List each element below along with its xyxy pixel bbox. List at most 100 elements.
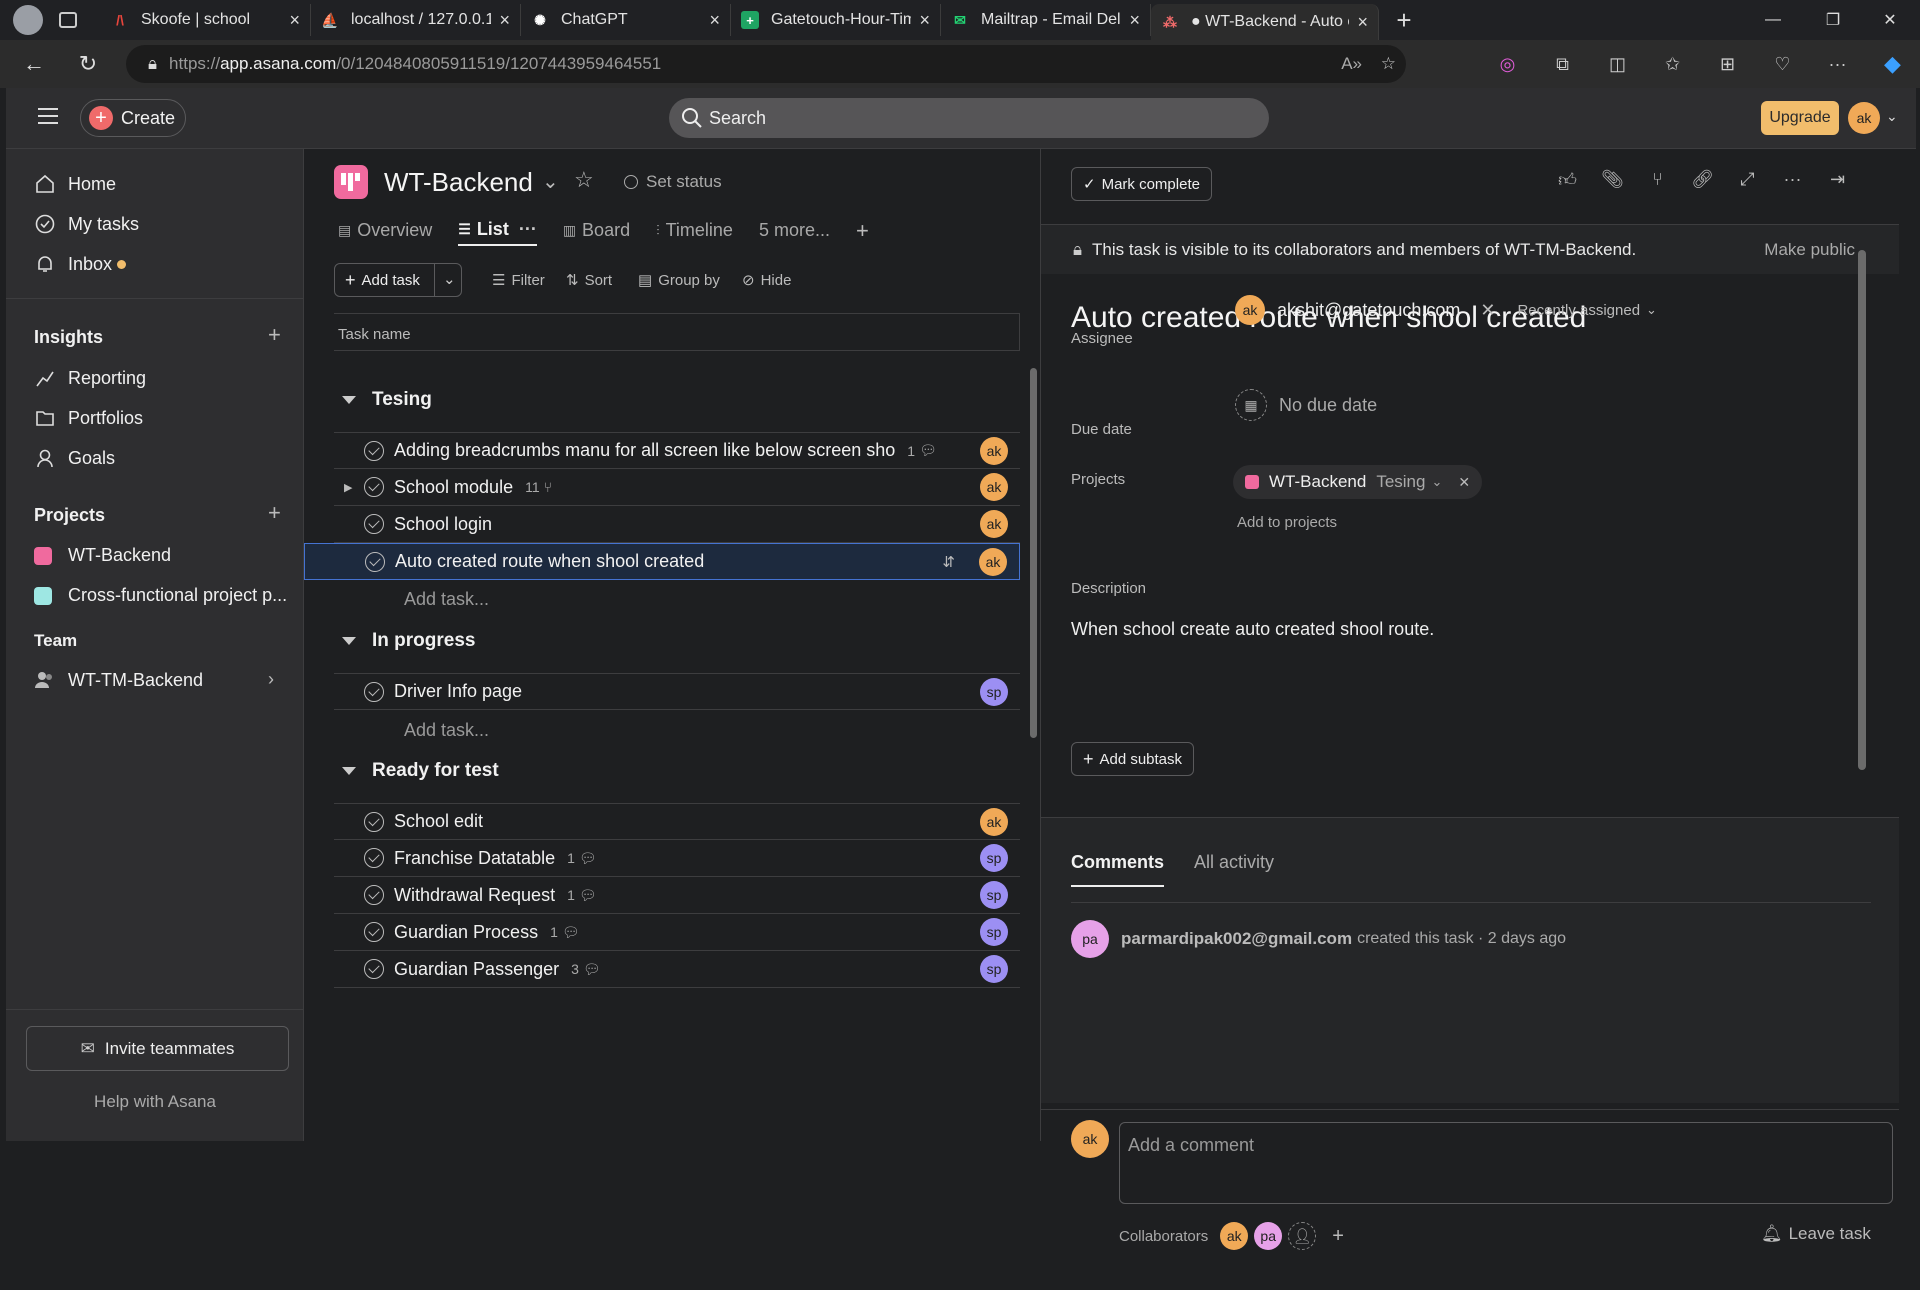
complete-check-icon[interactable] (364, 959, 384, 979)
table-row-selected[interactable]: Auto created route when shool created ⇵ … (304, 543, 1020, 580)
expand-icon[interactable]: ⤢ (1725, 169, 1770, 191)
activity-avatar[interactable]: pa (1071, 920, 1109, 958)
invite-teammates-button[interactable]: ✉ Invite teammates (26, 1026, 289, 1071)
assignee-avatar[interactable]: sp (980, 881, 1008, 909)
complete-check-icon[interactable] (365, 551, 385, 572)
activity-user[interactable]: parmardipak002@gmail.com (1121, 929, 1352, 949)
add-task-inline[interactable]: Add task... (404, 720, 489, 741)
make-public-button[interactable]: Make public (1764, 240, 1855, 260)
team-header[interactable]: Team (34, 631, 77, 651)
table-row[interactable]: Withdrawal Request 1 💬︎ sp (334, 877, 1020, 914)
collaborator-avatar[interactable]: ak (1220, 1222, 1249, 1250)
reload-icon[interactable]: ↻ (70, 46, 106, 82)
more-icon[interactable]: ··· (1810, 54, 1865, 75)
section-header[interactable]: Tesing (334, 389, 432, 411)
sidebar-item-team[interactable]: WT-TM-Backend (34, 669, 203, 691)
plus-icon[interactable]: + (1332, 1225, 1344, 1248)
table-row[interactable]: Guardian Process 1 💬︎ sp (334, 914, 1020, 951)
project-chip[interactable]: WT-Backend Tesing ⌄ ✕ (1233, 465, 1483, 499)
collapse-icon[interactable] (342, 637, 356, 645)
mark-complete-button[interactable]: ✓ Mark complete (1071, 167, 1212, 201)
collections-icon[interactable]: ⊞ (1700, 54, 1755, 75)
chevron-down-icon[interactable]: ⌄ (1886, 108, 1898, 125)
tab-list[interactable]: ☰ List ··· (458, 219, 537, 246)
section-header[interactable]: Ready for test (334, 760, 499, 782)
due-date-field[interactable]: ▦ No due date (1235, 389, 1377, 421)
assignee-avatar[interactable]: ak (980, 473, 1008, 501)
complete-check-icon[interactable] (364, 681, 384, 702)
assignee-avatar[interactable]: sp (980, 677, 1008, 706)
sidebar-item-portfolios[interactable]: Portfolios (34, 407, 143, 429)
collapse-icon[interactable] (342, 767, 356, 775)
filter-button[interactable]: ☰ Filter (492, 263, 545, 297)
more-icon[interactable]: ··· (1770, 169, 1815, 191)
close-icon[interactable]: × (499, 10, 510, 31)
add-task-button[interactable]: + Add task ⌄ (334, 263, 462, 297)
close-icon[interactable]: × (1129, 10, 1140, 31)
remove-assignee-icon[interactable]: ✕ (1480, 300, 1495, 321)
sidebar-item-reporting[interactable]: Reporting (34, 367, 146, 389)
table-row[interactable]: School edit ak (334, 803, 1020, 840)
section-header[interactable]: In progress (334, 630, 475, 652)
attachment-icon[interactable]: 📎︎ (1590, 169, 1635, 191)
back-icon[interactable]: ← (16, 46, 52, 82)
column-header-task-name[interactable]: Task name (334, 313, 1020, 351)
create-button[interactable]: + Create (80, 99, 186, 137)
browser-tab[interactable]: ✉ Mailtrap - Email Delivery P × (941, 4, 1151, 36)
tab-more[interactable]: 5 more... (759, 215, 830, 246)
complete-check-icon[interactable] (364, 811, 384, 832)
complete-check-icon[interactable] (364, 440, 384, 461)
favorite-star-icon[interactable]: ☆ (1381, 54, 1396, 74)
chevron-down-icon[interactable]: ⌄ (443, 270, 456, 288)
detail-scrollbar[interactable] (1858, 250, 1866, 770)
add-tab-icon[interactable]: + (856, 215, 869, 246)
expand-caret-icon[interactable]: ▶ (344, 481, 352, 494)
complete-check-icon[interactable] (364, 922, 384, 942)
insights-header[interactable]: Insights (34, 327, 103, 348)
browser-tab-active[interactable]: ⁂ ● WT-Backend - Auto crea × (1151, 4, 1379, 40)
project-title[interactable]: WT-Backend (384, 167, 533, 198)
more-icon[interactable]: ··· (519, 219, 537, 240)
link-icon[interactable]: 🔗︎ (1680, 169, 1725, 191)
restore-icon[interactable]: ❐ (1803, 0, 1863, 40)
browser-tab[interactable]: ⛵ localhost / 127.0.0.1 / wayt × (311, 4, 521, 36)
copilot-icon[interactable]: ◎ (1480, 54, 1535, 75)
complete-check-icon[interactable] (364, 477, 384, 497)
assignee-avatar[interactable]: sp (980, 844, 1008, 872)
add-collaborator-icon[interactable]: 👤︎ (1288, 1222, 1317, 1250)
close-icon[interactable]: × (1357, 12, 1368, 33)
sidebar-item-project[interactable]: Cross-functional project p... (34, 585, 287, 606)
minimize-icon[interactable]: — (1743, 0, 1803, 40)
table-row[interactable]: School login ak (334, 506, 1020, 543)
remove-project-icon[interactable]: ✕ (1458, 474, 1470, 491)
tab-comments[interactable]: Comments (1071, 852, 1165, 887)
new-tab-icon[interactable]: + (1379, 5, 1429, 36)
help-link[interactable]: Help with Asana (6, 1092, 304, 1112)
close-icon[interactable]: × (919, 10, 930, 31)
sidebar-item-inbox[interactable]: Inbox (34, 253, 127, 275)
complete-check-icon[interactable] (364, 848, 384, 868)
close-icon[interactable]: × (289, 10, 300, 31)
edge-copilot-icon[interactable]: ◆ (1865, 51, 1920, 77)
like-icon[interactable]: 👍︎ (1545, 169, 1590, 191)
assignee-avatar[interactable]: ak (980, 807, 1008, 836)
upgrade-button[interactable]: Upgrade (1761, 101, 1839, 135)
hide-button[interactable]: ⊘ Hide (742, 263, 791, 297)
subtask-icon[interactable]: ⑂ (1635, 169, 1680, 191)
table-row[interactable]: Guardian Passenger 3 💬︎ sp (334, 951, 1020, 988)
assignee-avatar[interactable]: ak (980, 436, 1008, 465)
project-section-dropdown[interactable]: Tesing (1376, 472, 1425, 492)
tab-all-activity[interactable]: All activity (1194, 852, 1274, 887)
assignee-avatar[interactable]: ak (980, 510, 1008, 538)
sidebar-item-home[interactable]: Home (34, 173, 116, 195)
sort-button[interactable]: ⇅ Sort (566, 263, 612, 297)
browser-tab[interactable]: + Gatetouch-Hour-Timeshee × (731, 4, 941, 36)
add-task-inline[interactable]: Add task... (404, 589, 489, 610)
favorites-icon[interactable]: ✩ (1645, 54, 1700, 75)
star-icon[interactable]: ☆ (574, 167, 594, 193)
recently-assigned-dropdown[interactable]: Recently assigned (1517, 302, 1640, 319)
projects-header[interactable]: Projects (34, 505, 105, 526)
leave-task-button[interactable]: 🔔︎ Leave task (1761, 1224, 1871, 1244)
close-pane-icon[interactable]: ⇥ (1815, 169, 1860, 191)
url-field[interactable]: 🔒︎ https://app.asana.com/0/1204840805911… (126, 45, 1406, 83)
